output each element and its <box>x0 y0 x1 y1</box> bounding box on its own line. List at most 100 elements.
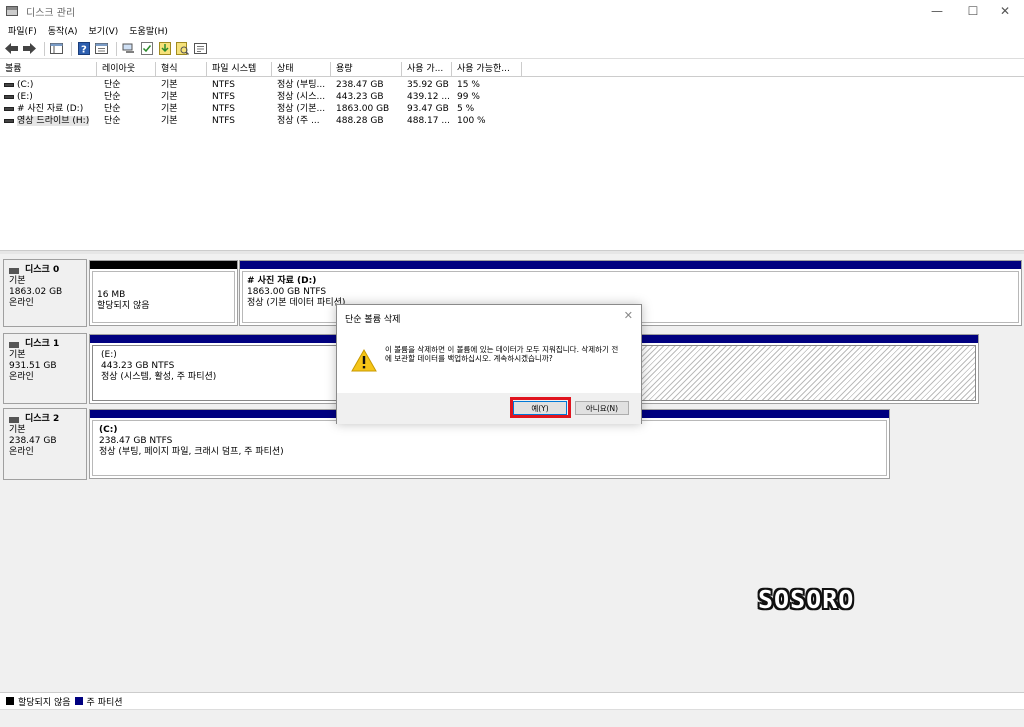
minimize-button[interactable]: — <box>920 0 954 22</box>
percent-free-cell: 99 % <box>457 92 480 102</box>
dialog-message: 이 볼륨을 삭제하면 이 볼륨에 있는 데이터가 모두 지워집니다. 삭제하기 … <box>385 345 619 363</box>
disk-icon <box>9 341 19 348</box>
type-cell: 기본 <box>161 116 178 126</box>
status-cell: 정상 (주 ... <box>277 116 320 126</box>
capacity-cell: 443.23 GB <box>336 92 384 102</box>
volume-name: # 사진 자료 (D:) <box>17 104 84 114</box>
column-header-percent-free[interactable]: 사용 가능한... <box>452 62 522 77</box>
no-button[interactable]: 아니요(N) <box>575 401 629 415</box>
dialog-body: 이 볼륨을 삭제하면 이 볼륨에 있는 데이터가 모두 지워집니다. 삭제하기 … <box>337 329 641 393</box>
rescan-icon[interactable] <box>175 41 190 56</box>
partition-name: (E:) <box>101 350 117 360</box>
status-bar <box>0 709 1024 727</box>
disk-0-label[interactable]: 디스크 0 기본 1863.02 GB 온라인 <box>3 259 87 327</box>
unallocated-bar <box>90 261 237 269</box>
status-cell: 정상 (기본... <box>277 104 326 114</box>
menu-help[interactable]: 도움말(H) <box>125 24 172 37</box>
maximize-button[interactable]: ☐ <box>956 0 990 22</box>
column-header-status[interactable]: 상태 <box>272 62 331 77</box>
filesystem-cell: NTFS <box>212 104 235 114</box>
menu-file[interactable]: 파일(F) <box>4 24 41 37</box>
partition-status: 정상 (시스템, 활성, 주 파티션) <box>101 372 217 382</box>
filesystem-cell: NTFS <box>212 80 235 90</box>
status-cell: 정상 (시스... <box>277 92 326 102</box>
column-header-filesystem[interactable]: 파일 시스템 <box>207 62 272 77</box>
back-icon[interactable] <box>4 41 19 56</box>
column-header-capacity[interactable]: 용량 <box>331 62 402 77</box>
dialog-footer: 예(Y) 아니요(N) <box>337 393 641 424</box>
disk-icon <box>9 416 19 423</box>
legend-unallocated-label: 할당되지 않음 <box>18 697 71 708</box>
title-bar: 디스크 관리 — ☐ ✕ <box>0 0 1024 22</box>
partition-unallocated[interactable]: 16 MB 할당되지 않음 <box>89 260 238 326</box>
drive-icon <box>4 82 14 87</box>
volume-list: 볼륨 레이아웃 형식 파일 시스템 상태 용량 사용 가... 사용 가능한..… <box>0 62 1024 250</box>
import-icon[interactable] <box>157 41 172 56</box>
free-space-cell: 488.17 ... <box>407 116 450 126</box>
table-row-selected[interactable]: 영상 드라이브 (H:) 단순 기본 NTFS 정상 (주 ... 488.28… <box>0 115 1024 127</box>
menu-action[interactable]: 동작(A) <box>44 24 82 37</box>
legend: 할당되지 않음 주 파티션 <box>0 692 1024 709</box>
yes-button[interactable]: 예(Y) <box>513 401 567 415</box>
layout-cell: 단순 <box>104 116 121 126</box>
column-header-volume[interactable]: 볼륨 <box>0 62 97 77</box>
help-icon[interactable]: ? <box>76 41 91 56</box>
disk-status: 온라인 <box>9 447 34 457</box>
close-button[interactable]: ✕ <box>988 0 1022 22</box>
column-header-type[interactable]: 형식 <box>156 62 207 77</box>
partition-status: 정상 (부팅, 페이지 파일, 크래시 덤프, 주 파티션) <box>99 447 284 457</box>
disk-size: 931.51 GB <box>9 361 57 371</box>
properties-icon[interactable] <box>94 41 109 56</box>
type-cell: 기본 <box>161 104 178 114</box>
forward-icon[interactable] <box>22 41 37 56</box>
table-row[interactable]: (C:) 단순 기본 NTFS 정상 (부팅... 238.47 GB 35.9… <box>0 79 1024 91</box>
menu-bar: 파일(F) 동작(A) 보기(V) 도움말(H) <box>0 22 1024 39</box>
delete-volume-dialog: 단순 볼륨 삭제 ✕ 이 볼륨을 삭제하면 이 볼륨에 있는 데이터가 모두 지… <box>336 304 642 424</box>
volume-name: (C:) <box>17 80 34 90</box>
free-space-cell: 35.92 GB <box>407 80 449 90</box>
primary-partition-bar <box>240 261 1021 269</box>
type-cell: 기본 <box>161 92 178 102</box>
volume-name-cell: (C:) <box>4 79 33 91</box>
disk-name: 디스크 0 <box>25 265 60 275</box>
disk-2-label[interactable]: 디스크 2 기본 238.47 GB 온라인 <box>3 408 87 480</box>
toolbar-separator <box>116 41 117 56</box>
partition-size: 1863.00 GB NTFS <box>247 287 327 297</box>
watermark-logo: SOSORO <box>758 585 855 614</box>
menu-view[interactable]: 보기(V) <box>85 24 123 37</box>
settings-icon[interactable] <box>193 41 208 56</box>
disk-icon <box>9 267 19 274</box>
disk-type: 기본 <box>9 425 26 435</box>
dialog-title: 단순 볼륨 삭제 <box>345 315 401 325</box>
console-tree-icon[interactable] <box>49 41 64 56</box>
connect-icon[interactable] <box>121 41 136 56</box>
capacity-cell: 1863.00 GB <box>336 104 390 114</box>
table-row[interactable]: # 사진 자료 (D:) 단순 기본 NTFS 정상 (기본... 1863.0… <box>0 103 1024 115</box>
capacity-cell: 238.47 GB <box>336 80 384 90</box>
disk-type: 기본 <box>9 276 26 286</box>
drive-icon <box>4 106 14 111</box>
partition-size: 443.23 GB NTFS <box>101 361 175 371</box>
volume-list-header: 볼륨 레이아웃 형식 파일 시스템 상태 용량 사용 가... 사용 가능한..… <box>0 62 1024 77</box>
check-icon[interactable] <box>139 41 154 56</box>
column-header-free-space[interactable]: 사용 가... <box>402 62 452 77</box>
dialog-close-icon[interactable]: ✕ <box>624 309 633 322</box>
legend-unallocated-swatch <box>6 697 14 705</box>
percent-free-cell: 5 % <box>457 104 475 114</box>
volume-name-cell: # 사진 자료 (D:) <box>4 103 83 115</box>
disk-1-label[interactable]: 디스크 1 기본 931.51 GB 온라인 <box>3 333 87 404</box>
drive-icon <box>4 94 14 99</box>
toolbar-separator <box>44 41 45 56</box>
partition-size: 16 MB <box>97 290 126 300</box>
disk-type: 기본 <box>9 350 26 360</box>
layout-cell: 단순 <box>104 92 121 102</box>
filesystem-cell: NTFS <box>212 116 235 126</box>
partition-status: 할당되지 않음 <box>97 301 150 311</box>
column-header-layout[interactable]: 레이아웃 <box>97 62 156 77</box>
volume-name-cell: (E:) <box>4 91 33 103</box>
table-row[interactable]: (E:) 단순 기본 NTFS 정상 (시스... 443.23 GB 439.… <box>0 91 1024 103</box>
disk-name: 디스크 2 <box>25 414 60 424</box>
free-space-cell: 93.47 GB <box>407 104 449 114</box>
disk-management-app-icon <box>6 6 18 16</box>
percent-free-cell: 15 % <box>457 80 480 90</box>
